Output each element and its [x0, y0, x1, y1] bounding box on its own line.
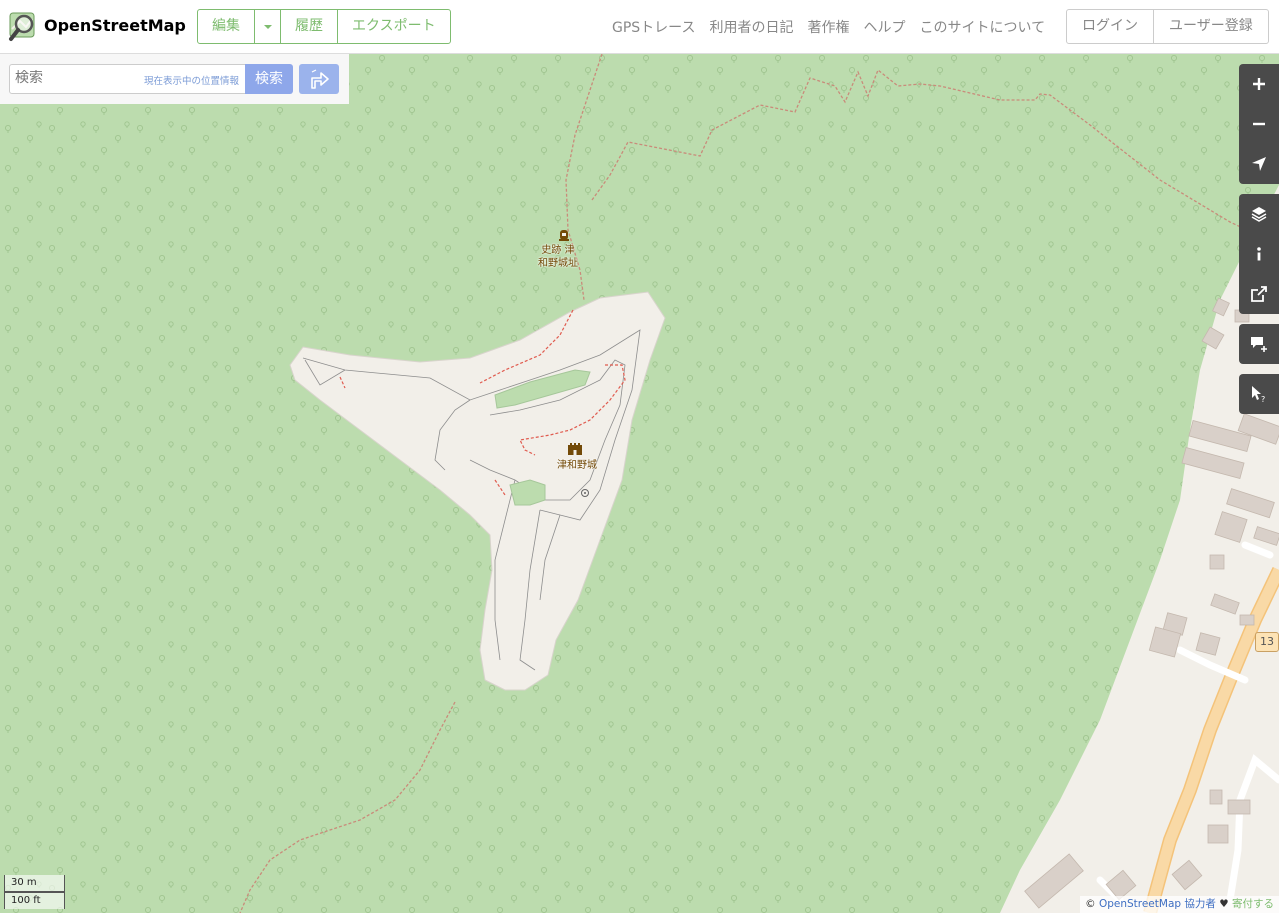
add-note-icon — [1251, 337, 1267, 352]
heart-icon: ♥ — [1219, 898, 1229, 910]
zoom-out-icon — [1253, 122, 1265, 126]
history-button[interactable]: 履歴 — [281, 10, 338, 43]
castle-icon[interactable] — [567, 441, 583, 455]
where-am-i-link[interactable]: 現在表示中の位置情報 — [144, 73, 239, 87]
zoom-in-icon — [1253, 78, 1265, 90]
signup-button[interactable]: ユーザー登録 — [1154, 10, 1268, 43]
edit-button-group: 編集 履歴 エクスポート — [197, 9, 451, 44]
osm-logo-icon[interactable] — [8, 11, 40, 43]
nav-about[interactable]: このサイトについて — [919, 17, 1045, 37]
search-panel: 現在表示中の位置情報 検索 — [0, 54, 349, 104]
header-bar: OpenStreetMap 編集 履歴 エクスポート GPSトレース 利用者の日… — [0, 0, 1279, 54]
attribution-bar: © OpenStreetMap 協力者 ♥ 寄付する — [1080, 896, 1279, 913]
export-button[interactable]: エクスポート — [338, 10, 450, 43]
edit-button[interactable]: 編集 — [198, 10, 255, 43]
query-features-button[interactable]: ? — [1239, 374, 1279, 414]
copyright-symbol: © — [1085, 898, 1096, 910]
map-key-button[interactable] — [1239, 234, 1279, 274]
panel-controls — [1239, 194, 1279, 314]
map-canvas[interactable]: 史跡 津 和野城址 津和野城 — [0, 54, 1279, 913]
layers-icon — [1251, 207, 1267, 222]
query-features-icon: ? — [1252, 386, 1265, 403]
zoom-out-button[interactable] — [1239, 104, 1279, 144]
edit-dropdown-chevron-icon[interactable] — [255, 10, 281, 43]
scale-imperial: 100 ft — [4, 892, 65, 909]
nav-copyright[interactable]: 著作権 — [807, 17, 849, 37]
donate-link[interactable]: 寄付する — [1232, 898, 1274, 910]
share-button[interactable] — [1239, 274, 1279, 314]
nav-gps-traces[interactable]: GPSトレース — [612, 17, 695, 37]
zoom-controls — [1239, 64, 1279, 184]
locate-icon — [1252, 157, 1266, 171]
search-input[interactable] — [15, 70, 135, 86]
search-box: 現在表示中の位置情報 — [9, 64, 246, 94]
castle-label: 津和野城 — [557, 460, 597, 471]
osm-contributors-link[interactable]: OpenStreetMap 協力者 — [1099, 898, 1216, 910]
viewpoint-icon — [581, 489, 589, 497]
layers-button[interactable] — [1239, 194, 1279, 234]
search-button[interactable]: 検索 — [245, 64, 293, 94]
add-note-button[interactable] — [1239, 324, 1279, 364]
info-icon — [1257, 247, 1261, 261]
query-control: ? — [1239, 374, 1279, 414]
svg-text:?: ? — [1261, 395, 1265, 403]
locate-button[interactable] — [1239, 144, 1279, 184]
share-icon — [1251, 286, 1267, 302]
login-button[interactable]: ログイン — [1067, 10, 1154, 43]
memorial-icon[interactable] — [557, 228, 571, 242]
nav-user-diaries[interactable]: 利用者の日記 — [709, 17, 793, 37]
directions-button[interactable] — [299, 64, 339, 94]
historic-site-label: 史跡 津 和野城址 — [538, 245, 578, 269]
brand-name[interactable]: OpenStreetMap — [44, 16, 186, 35]
zoom-in-button[interactable] — [1239, 64, 1279, 104]
directions-icon — [311, 69, 329, 89]
note-control — [1239, 324, 1279, 364]
route-shield: 13 — [1255, 632, 1279, 652]
auth-button-group: ログイン ユーザー登録 — [1066, 9, 1269, 44]
secondary-nav: GPSトレース 利用者の日記 著作権 ヘルプ このサイトについて — [612, 17, 1045, 37]
nav-help[interactable]: ヘルプ — [863, 17, 905, 37]
scale-metric: 30 m — [4, 875, 65, 892]
map-tiles — [0, 54, 1279, 913]
